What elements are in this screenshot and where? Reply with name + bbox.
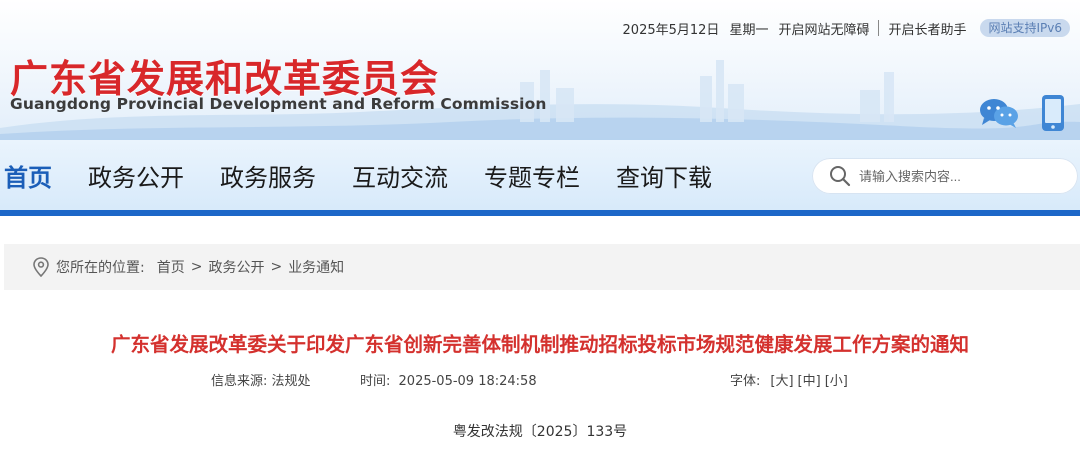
time-value: 2025-05-09 18:24:58 [398, 374, 537, 389]
font-size-small-button[interactable]: [小] [825, 370, 848, 389]
breadcrumb-separator: > [270, 259, 283, 275]
source-label: 信息来源: [211, 374, 268, 389]
current-weekday: 星期一 [729, 22, 769, 38]
nav-item-special-topics[interactable]: 专题专栏 [484, 158, 580, 193]
breadcrumb-separator: > [190, 259, 203, 275]
breadcrumb-item-home[interactable]: 首页 [157, 257, 185, 277]
top-utility-bar: 2025年5月12日 星期一 开启网站无障碍 开启长者助手 网站支持IPv6 [623, 18, 1070, 38]
document-number: 粤发改法规〔2025〕133号 [452, 424, 628, 440]
breadcrumb-label: 您所在的位置: [56, 260, 145, 276]
time-label: 时间: [360, 374, 391, 389]
elderly-assistant-link[interactable]: 开启长者助手 [888, 19, 966, 38]
site-logo-english: Guangdong Provincial Development and Ref… [10, 95, 547, 113]
search-icon[interactable] [829, 165, 851, 187]
nav-item-government-services[interactable]: 政务服务 [220, 158, 316, 193]
nav-underline-bar [0, 210, 1080, 216]
mobile-icon[interactable] [1041, 94, 1065, 132]
nav-item-government-affairs-disclosure[interactable]: 政务公开 [88, 158, 184, 193]
nav-item-query-download[interactable]: 查询下载 [616, 158, 712, 193]
main-navigation: 首页 政务公开 政务服务 互动交流 专题专栏 查询下载 [4, 158, 748, 193]
nav-item-interaction[interactable]: 互动交流 [352, 158, 448, 193]
topbar-divider [878, 20, 880, 36]
search-box [812, 158, 1078, 194]
font-size-large-button[interactable]: [大] [770, 370, 793, 389]
article-time: 时间: 2025-05-09 18:24:58 [360, 370, 537, 389]
article-title: 广东省发展改革委关于印发广东省创新完善体制机制推动招标投标市场规范健康发展工作方… [110, 333, 969, 356]
search-input[interactable] [859, 168, 1059, 184]
wechat-icon[interactable] [978, 96, 1020, 130]
font-size-medium-button[interactable]: [中] [798, 370, 821, 389]
nav-item-home[interactable]: 首页 [4, 158, 52, 193]
breadcrumb: 您所在的位置: 首页 > 政务公开 > 业务通知 [4, 244, 1080, 290]
ipv6-badge: 网站支持IPv6 [980, 19, 1070, 37]
accessibility-link[interactable]: 开启网站无障碍 [778, 19, 869, 38]
location-pin-icon [33, 257, 49, 277]
site-header: 2025年5月12日 星期一 开启网站无障碍 开启长者助手 网站支持IPv6 广… [0, 0, 1080, 140]
breadcrumb-item-business-notice[interactable]: 业务通知 [288, 257, 344, 277]
source-value: 法规处 [271, 374, 311, 389]
article-source: 信息来源: 法规处 [211, 370, 311, 389]
current-date: 2025年5月12日 [622, 22, 720, 38]
breadcrumb-item-disclosure[interactable]: 政务公开 [208, 257, 264, 277]
font-size-controls: 字体: [大] [中] [小] [730, 370, 848, 389]
font-size-label: 字体: [730, 374, 761, 389]
